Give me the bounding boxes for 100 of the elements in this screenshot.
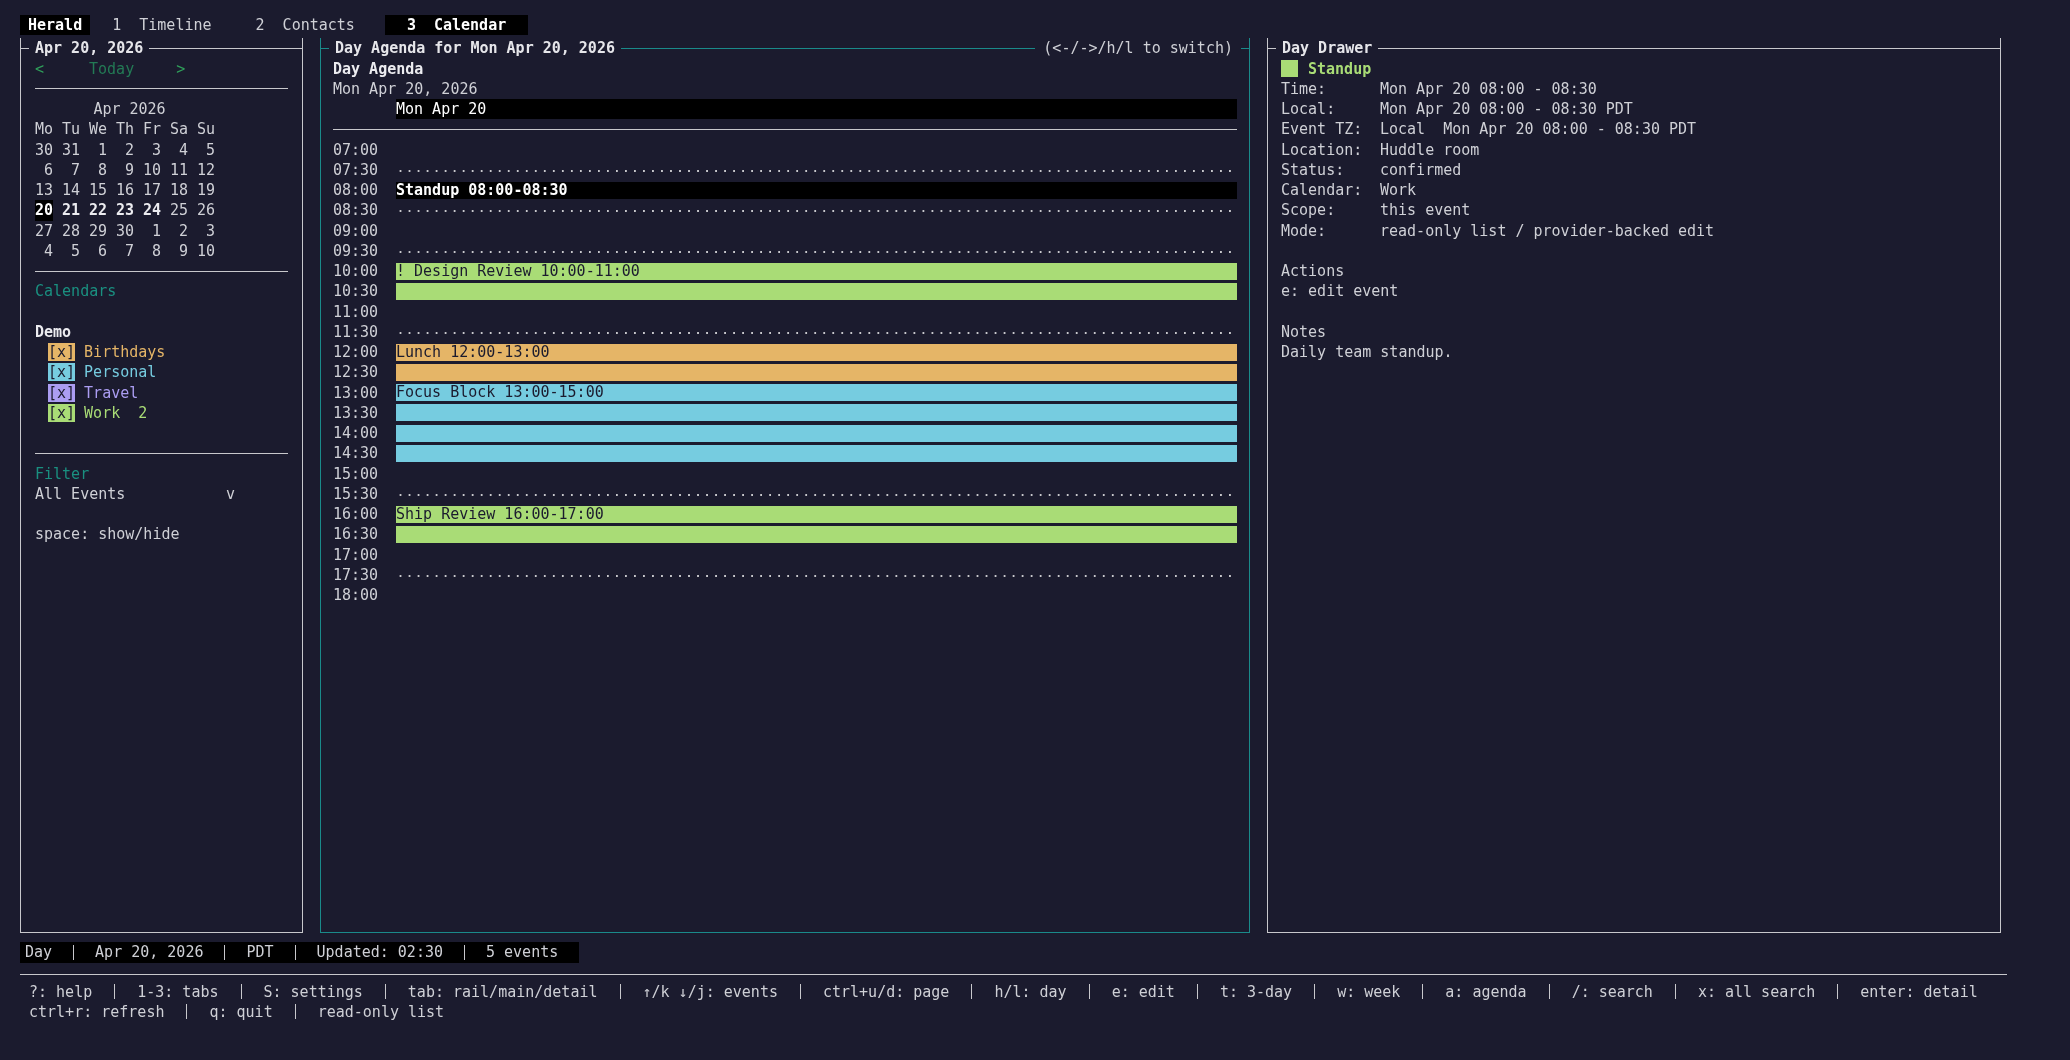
calendar-day[interactable]: 23 — [115, 200, 134, 221]
calendar-day[interactable]: 17 — [142, 180, 161, 201]
calendar-checkbox[interactable]: [x] — [48, 343, 76, 362]
calendar-day[interactable]: 8 — [97, 159, 107, 180]
event-block[interactable]: Lunch 12:00-13:00 — [396, 343, 1237, 361]
calendar-checkbox[interactable]: [x] — [48, 363, 76, 382]
calendar-day[interactable]: 5 — [70, 240, 80, 261]
tab[interactable]: 1 Timeline — [90, 15, 234, 36]
weekday-label: Sa — [170, 119, 190, 140]
calendar-day[interactable]: 7 — [124, 240, 134, 261]
switch-hint: (<-/->/h/l to switch) — [1042, 38, 1234, 59]
time-label: 17:00 — [333, 544, 380, 565]
time-label: 08:30 — [333, 200, 380, 221]
keyboard-hint: read-only list — [317, 1001, 445, 1022]
keyboard-hint: S: settings — [263, 981, 363, 1002]
calendar-day[interactable]: 28 — [61, 220, 80, 241]
calendar-day[interactable]: 30 — [34, 139, 53, 160]
time-label: 18:00 — [333, 585, 380, 606]
field-value: this event — [1380, 200, 1471, 221]
keyboard-hint: ctrl+r: refresh — [29, 1001, 165, 1022]
calendar-checkbox[interactable]: [x] — [48, 383, 76, 402]
calendar-day[interactable]: 8 — [151, 240, 161, 261]
status-item: Updated: 02:30 — [315, 942, 444, 963]
calendar-day[interactable]: 18 — [169, 180, 188, 201]
field-value: Work — [1380, 180, 1417, 201]
calendar-day[interactable]: 9 — [124, 159, 134, 180]
calendar-day[interactable]: 2 — [124, 139, 134, 160]
calendar-day[interactable]: 11 — [169, 159, 188, 180]
calendar-day[interactable]: 7 — [70, 159, 80, 180]
calendar-day[interactable]: 14 — [61, 180, 80, 201]
tab[interactable]: 3 Calendar — [384, 15, 529, 36]
calendar-day[interactable]: 27 — [34, 220, 53, 241]
keyboard-hint: ctrl+u/d: page — [822, 981, 950, 1002]
calendar-day[interactable]: 9 — [178, 240, 188, 261]
calendar-day[interactable]: 2 — [178, 220, 188, 241]
calendar-day[interactable]: 4 — [178, 139, 188, 160]
calendar-day[interactable]: 3 — [205, 220, 215, 241]
weekday-label: Th — [116, 119, 136, 140]
calendar-day[interactable]: 26 — [196, 200, 215, 221]
event-block[interactable]: ! Design Review 10:00-11:00 — [396, 262, 1237, 280]
field-value: Local Mon Apr 20 08:00 - 08:30 PDT — [1380, 119, 1697, 140]
keyboard-hint: e: edit — [1111, 981, 1175, 1002]
calendar-day[interactable]: 29 — [88, 220, 107, 241]
panel-title: Day Drawer — [1281, 38, 1374, 59]
field-value: Huddle room — [1380, 139, 1480, 160]
calendar-day[interactable]: 3 — [151, 139, 161, 160]
event-block[interactable]: Ship Review 16:00-17:00 — [396, 505, 1237, 523]
keyboard-hint: x: all search — [1697, 981, 1816, 1002]
previous-day-button[interactable]: < — [35, 58, 45, 79]
month-title: Apr 2026 — [93, 99, 166, 120]
app-name: Herald — [20, 15, 91, 36]
weekday-label: We — [89, 119, 109, 140]
calendar-day[interactable]: 20 — [34, 200, 53, 221]
agenda-date: Mon Apr 20, 2026 — [333, 78, 479, 99]
panel-title: Day Agenda for Mon Apr 20, 2026 — [334, 38, 616, 59]
field-label: Calendar: — [1281, 180, 1364, 201]
keyboard-hint: t: 3-day — [1219, 981, 1293, 1002]
time-label: 14:00 — [333, 423, 380, 444]
calendar-day[interactable]: 5 — [205, 139, 215, 160]
calendar-day[interactable]: 1 — [97, 139, 107, 160]
calendar-day[interactable]: 6 — [97, 240, 107, 261]
time-label: 07:00 — [333, 139, 380, 160]
shortcut-hint: space: show/hide — [35, 524, 181, 545]
actions-heading: Actions — [1281, 261, 1346, 282]
event-block[interactable]: Focus Block 13:00-15:00 — [396, 384, 1237, 402]
calendar-day[interactable]: 21 — [61, 200, 80, 221]
calendar-day[interactable]: 10 — [142, 159, 161, 180]
status-item: Day — [24, 942, 54, 963]
calendar-day[interactable]: 1 — [151, 220, 161, 241]
event-block[interactable]: Standup 08:00-08:30 — [396, 181, 1237, 199]
calendar-name: Birthdays — [84, 342, 166, 363]
calendar-day[interactable]: 19 — [196, 180, 215, 201]
calendar-day[interactable]: 15 — [88, 180, 107, 201]
calendar-day[interactable]: 16 — [115, 180, 134, 201]
keyboard-hint: a: agenda — [1445, 981, 1527, 1002]
calendar-day[interactable]: 25 — [169, 200, 188, 221]
calendar-day[interactable]: 13 — [34, 180, 53, 201]
calendar-day[interactable]: 24 — [142, 200, 161, 221]
keyboard-hint: h/l: day — [994, 981, 1067, 1002]
calendar-day[interactable]: 4 — [43, 240, 53, 261]
status-item: 5 events — [485, 942, 560, 963]
next-day-button[interactable]: > — [176, 58, 186, 79]
calendar-day[interactable]: 12 — [196, 159, 215, 180]
field-label: Local: — [1281, 99, 1337, 120]
calendar-checkbox[interactable]: [x] — [48, 403, 76, 422]
tab[interactable]: 2 Contacts — [233, 15, 377, 36]
keyboard-hint: q: quit — [209, 1001, 273, 1022]
calendar-day[interactable]: 10 — [196, 240, 215, 261]
weekday-label: Tu — [62, 119, 82, 140]
time-label: 17:30 — [333, 564, 380, 585]
calendar-day[interactable]: 6 — [43, 159, 53, 180]
time-label: 07:30 — [333, 159, 380, 180]
filter-dropdown[interactable]: All Events v — [35, 483, 235, 504]
calendar-day[interactable]: 22 — [88, 200, 107, 221]
field-value: Mon Apr 20 08:00 - 08:30 — [1380, 78, 1597, 99]
calendar-day[interactable]: 31 — [61, 139, 80, 160]
field-label: Event TZ: — [1281, 119, 1364, 140]
calendar-day[interactable]: 30 — [115, 220, 134, 241]
field-value: Mon Apr 20 08:00 - 08:30 PDT — [1380, 99, 1633, 120]
keyboard-hint: tab: rail/main/detail — [407, 981, 598, 1002]
